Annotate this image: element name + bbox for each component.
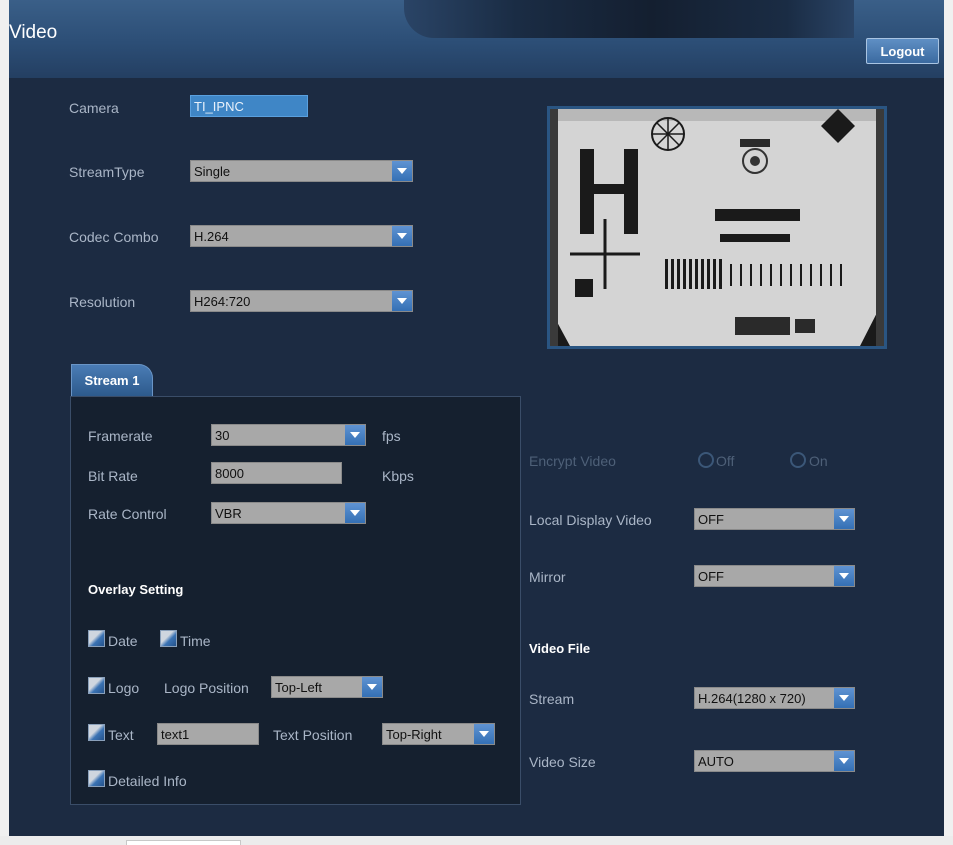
chevron-down-icon[interactable] xyxy=(834,509,854,529)
text-position-value: Top-Right xyxy=(386,727,442,742)
codec-combo-label: Codec Combo xyxy=(69,229,159,245)
chevron-down-icon[interactable] xyxy=(834,751,854,771)
stream-type-label: StreamType xyxy=(69,164,145,180)
codec-combo-value: H.264 xyxy=(194,229,229,244)
header-banner xyxy=(404,0,854,38)
chevron-down-icon[interactable] xyxy=(345,425,365,445)
mirror-select[interactable]: OFF xyxy=(694,565,855,587)
text-position-label: Text Position xyxy=(273,727,353,743)
video-size-label: Video Size xyxy=(529,754,596,770)
camera-preview xyxy=(547,106,887,349)
video-file-stream-select[interactable]: H.264(1280 x 720) xyxy=(694,687,855,709)
test-chart-image xyxy=(550,109,884,346)
date-label: Date xyxy=(108,633,138,649)
mirror-value: OFF xyxy=(698,569,724,584)
video-size-select[interactable]: AUTO xyxy=(694,750,855,772)
resolution-value: H264:720 xyxy=(194,294,251,309)
time-label: Time xyxy=(180,633,211,649)
video-file-stream-value: H.264(1280 x 720) xyxy=(698,691,806,706)
encrypt-on-label: On xyxy=(809,453,828,469)
resolution-select[interactable]: H264:720 xyxy=(190,290,413,312)
chevron-down-icon[interactable] xyxy=(392,226,412,246)
chevron-down-icon[interactable] xyxy=(834,688,854,708)
chevron-down-icon[interactable] xyxy=(392,291,412,311)
encrypt-video-label: Encrypt Video xyxy=(529,453,616,469)
local-display-value: OFF xyxy=(698,512,724,527)
chevron-down-icon[interactable] xyxy=(474,724,494,744)
chevron-down-icon[interactable] xyxy=(834,566,854,586)
video-file-stream-label: Stream xyxy=(529,691,575,707)
codec-combo-select[interactable]: H.264 xyxy=(190,225,413,247)
framerate-unit: fps xyxy=(382,428,401,444)
bitrate-input[interactable]: 8000 xyxy=(211,462,342,484)
stream-type-value: Single xyxy=(194,164,231,179)
video-file-title: Video File xyxy=(529,641,591,656)
tab-stream-1[interactable]: Stream 1 xyxy=(71,364,153,396)
status-field xyxy=(126,840,241,845)
logo-position-label: Logo Position xyxy=(164,680,249,696)
logout-button[interactable]: Logout xyxy=(866,38,939,64)
time-checkbox[interactable] xyxy=(160,630,177,647)
encrypt-off-radio[interactable] xyxy=(698,452,714,468)
bitrate-label: Bit Rate xyxy=(88,468,138,484)
mirror-label: Mirror xyxy=(529,569,566,585)
text-position-select[interactable]: Top-Right xyxy=(382,723,495,745)
overlay-setting-title: Overlay Setting xyxy=(88,582,184,597)
date-checkbox[interactable] xyxy=(88,630,105,647)
text-input[interactable]: text1 xyxy=(157,723,259,745)
encrypt-on-radio[interactable] xyxy=(790,452,806,468)
bitrate-unit: Kbps xyxy=(382,468,414,484)
framerate-value: 30 xyxy=(215,428,230,443)
camera-input[interactable]: TI_IPNC xyxy=(190,95,308,117)
text-checkbox[interactable] xyxy=(88,724,105,741)
detailed-info-checkbox[interactable] xyxy=(88,770,105,787)
local-display-select[interactable]: OFF xyxy=(694,508,855,530)
framerate-label: Framerate xyxy=(88,428,153,444)
camera-label: Camera xyxy=(69,100,119,116)
detailed-info-label: Detailed Info xyxy=(108,773,187,789)
page-title: Video xyxy=(9,22,58,43)
logo-position-value: Top-Left xyxy=(275,680,322,695)
encrypt-off-label: Off xyxy=(716,453,735,469)
logo-position-select[interactable]: Top-Left xyxy=(271,676,383,698)
rate-control-select[interactable]: VBR xyxy=(211,502,366,524)
rate-control-value: VBR xyxy=(215,506,242,521)
chevron-down-icon[interactable] xyxy=(392,161,412,181)
rate-control-label: Rate Control xyxy=(88,506,167,522)
local-display-label: Local Display Video xyxy=(529,512,652,528)
video-settings-page: Video Logout Camera TI_IPNC StreamType S… xyxy=(9,0,944,836)
text-label: Text xyxy=(108,727,134,743)
stream-type-select[interactable]: Single xyxy=(190,160,413,182)
video-size-value: AUTO xyxy=(698,754,734,769)
logo-checkbox[interactable] xyxy=(88,677,105,694)
framerate-select[interactable]: 30 xyxy=(211,424,366,446)
header-bar: Video Logout xyxy=(9,0,944,78)
chevron-down-icon[interactable] xyxy=(362,677,382,697)
chevron-down-icon[interactable] xyxy=(345,503,365,523)
logo-label: Logo xyxy=(108,680,140,696)
resolution-label: Resolution xyxy=(69,294,136,310)
